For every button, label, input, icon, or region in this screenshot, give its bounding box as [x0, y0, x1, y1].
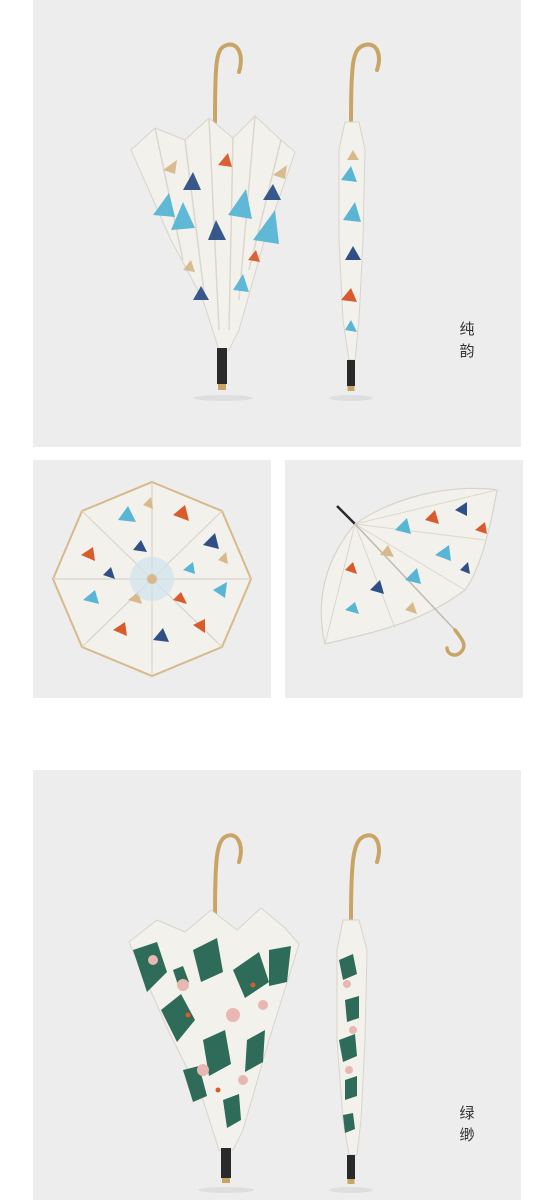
chunyun-name-line-2: 韵: [459, 342, 475, 360]
chunyun-umbrella-illustration: [130, 42, 381, 401]
chunyun-name: 纯 韵: [457, 318, 477, 362]
closed-umbrella-front-icon: [128, 833, 300, 1193]
product-panel-top-view: [33, 460, 271, 698]
lvyou-umbrella-illustration: [128, 833, 381, 1193]
lvyou-name: 绿 缈: [457, 1102, 477, 1146]
product-panel-side-view: [285, 460, 523, 698]
open-umbrella-top-view-illustration: [51, 480, 253, 678]
closed-umbrella-front-icon: [130, 42, 296, 401]
chunyun-name-line-1: 纯: [459, 320, 475, 338]
product-panel-lvyou: [33, 770, 521, 1200]
lvyou-name-line-2: 缈: [459, 1126, 475, 1144]
open-umbrella-side-view-illustration: [320, 487, 498, 657]
open-side-view-icon: [320, 487, 498, 657]
rolled-umbrella-side-icon: [329, 833, 381, 1193]
open-top-view-icon: [51, 480, 253, 678]
product-panel-chunyun: [33, 0, 521, 447]
rolled-umbrella-side-icon: [329, 42, 381, 401]
lvyou-name-line-1: 绿: [459, 1104, 475, 1122]
